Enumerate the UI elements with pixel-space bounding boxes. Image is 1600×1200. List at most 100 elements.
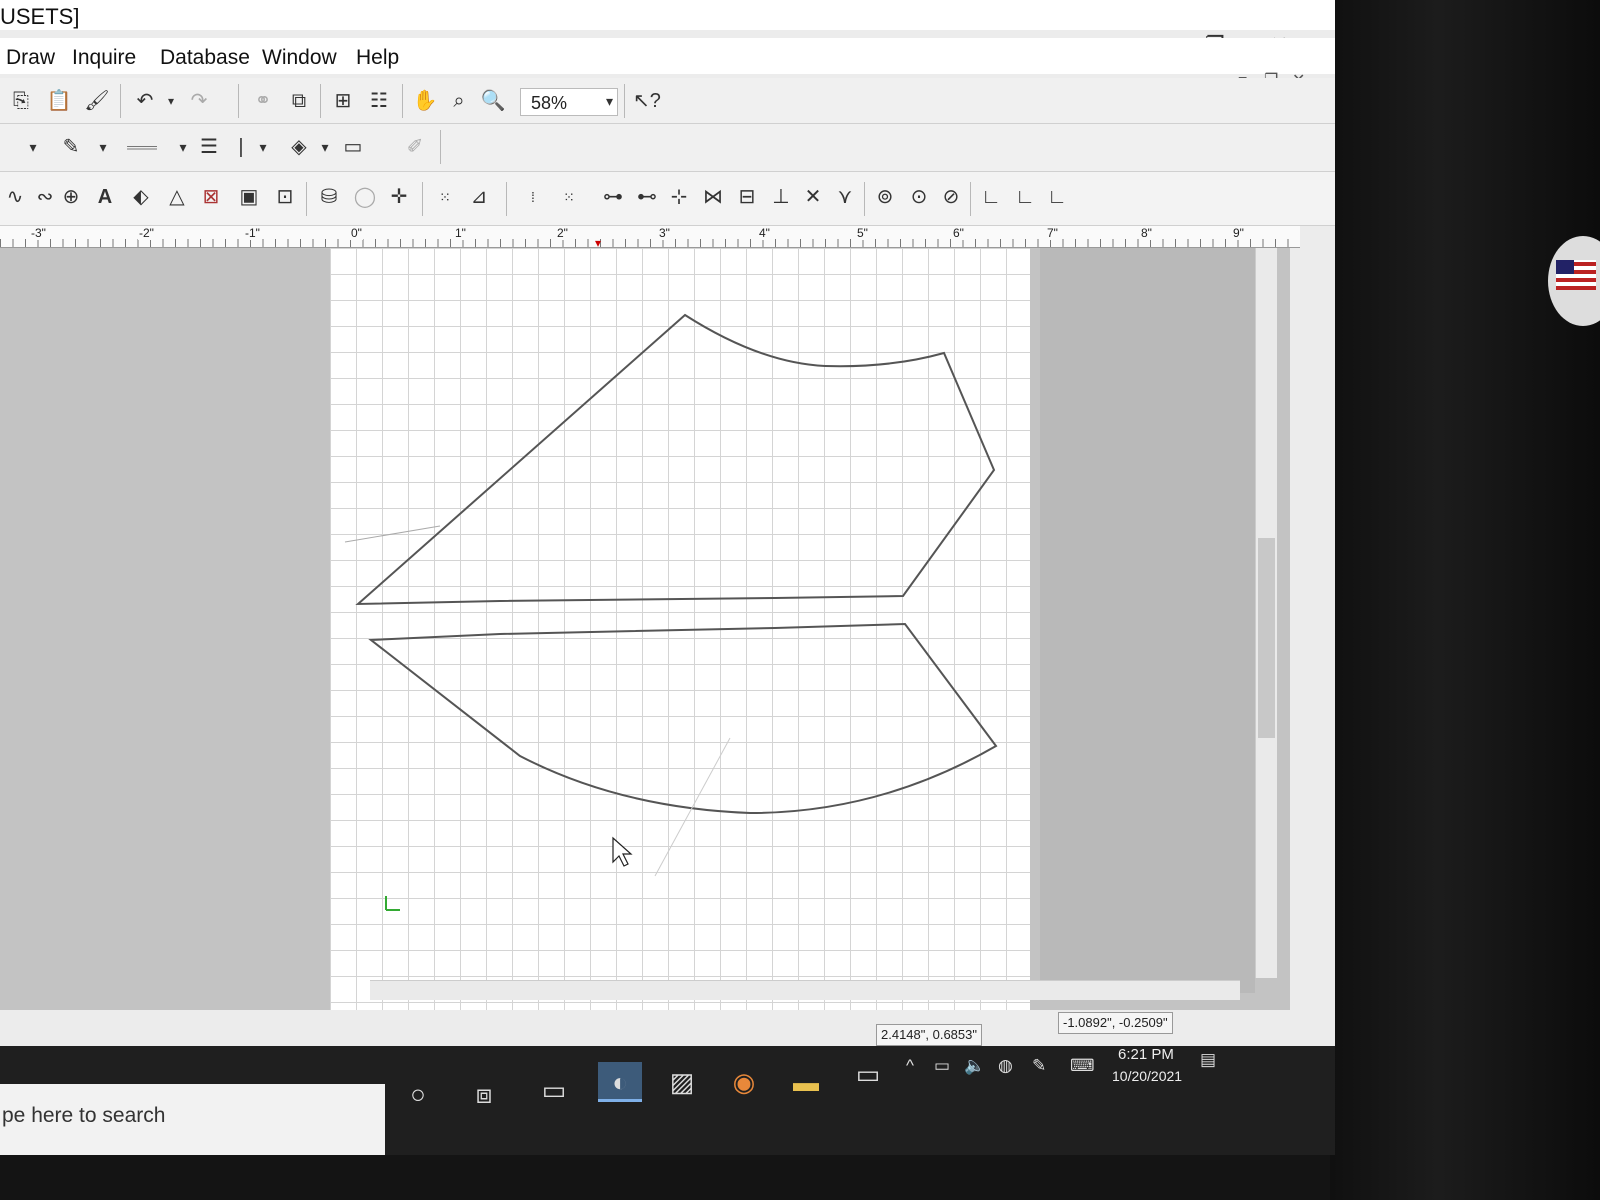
triangle-tool-icon[interactable]: △ xyxy=(162,182,192,212)
battery-icon[interactable]: ▭ xyxy=(934,1056,950,1076)
image-tool-icon[interactable]: ▣ xyxy=(234,182,264,212)
dimension-w-icon[interactable]: ∟ xyxy=(1042,182,1072,212)
ruler-label: 1" xyxy=(454,226,467,240)
drawing-workspace[interactable] xyxy=(0,248,1290,1028)
crosshatch-icon[interactable]: ⊠ xyxy=(196,182,226,212)
chevron-up-icon[interactable]: ^ xyxy=(906,1056,914,1076)
menu-help[interactable]: Help xyxy=(356,46,399,70)
window-title: USETS] xyxy=(0,4,80,29)
rectangle-fill-icon[interactable]: ▭ xyxy=(338,132,368,162)
pattern-drawing xyxy=(344,313,998,911)
zoom-extents-icon[interactable]: ⌕ xyxy=(444,86,474,116)
origin-axis-icon xyxy=(385,896,400,911)
help-pointer-icon[interactable]: ↖? xyxy=(630,86,664,116)
symbol-tool-icon[interactable]: ⊡ xyxy=(270,182,300,212)
task-view-icon[interactable]: ⧈ xyxy=(462,1074,506,1114)
zoom-in-icon[interactable]: 🔍 xyxy=(478,86,508,116)
mouse-cursor-icon xyxy=(612,836,633,867)
guide-line xyxy=(654,737,731,877)
pen-icon[interactable]: ✎ xyxy=(1032,1056,1046,1076)
clock-date[interactable]: 10/20/2021 xyxy=(1112,1068,1182,1084)
snap-s-icon[interactable]: ⁞ xyxy=(518,182,548,212)
format-painter-icon[interactable]: 🖌 xyxy=(82,86,112,116)
chevron-down-icon[interactable]: ▾ xyxy=(18,132,48,162)
snap-tangent-icon[interactable]: ⊙ xyxy=(904,182,934,212)
taskbar-search-input[interactable]: pe here to search xyxy=(0,1084,385,1155)
cad-app-icon[interactable]: ◐ xyxy=(598,1062,642,1102)
dimension-r-icon[interactable]: ∟ xyxy=(1010,182,1040,212)
grid-settings-icon[interactable]: ☷ xyxy=(364,86,394,116)
menu-bar: Draw Inquire Database Window Help xyxy=(0,38,1335,74)
database-icon[interactable]: ⛁ xyxy=(314,182,344,212)
notifications-icon[interactable]: ▤ xyxy=(1200,1050,1216,1070)
snap-angle-icon[interactable]: ⊿ xyxy=(464,182,494,212)
toolbar-separator xyxy=(624,84,625,118)
toolbar-separator xyxy=(864,182,865,216)
copy-icon[interactable]: ⎘ xyxy=(6,86,36,116)
chevron-down-icon[interactable]: ▾ xyxy=(248,132,278,162)
eyedropper-icon[interactable]: ✐ xyxy=(400,132,430,162)
cursor-coordinates: 2.4148", 0.6853" xyxy=(876,1024,982,1046)
windows-taskbar: pe here to search ○ ⧈ ▭ ◐ ▨ ◉ ▬ ▭ ^ ▭ 🔈 … xyxy=(0,1046,1335,1155)
snap-end-icon[interactable]: ⊶ xyxy=(598,182,628,212)
volume-icon[interactable]: 🔈 xyxy=(964,1056,985,1076)
undo-dropdown-icon[interactable]: ▾ xyxy=(156,86,186,116)
menu-inquire[interactable]: Inquire xyxy=(72,46,136,70)
snap-quadrant-icon[interactable]: ⊘ xyxy=(936,182,966,212)
pen-color-icon[interactable]: ✎ xyxy=(56,132,86,162)
snap-join-icon[interactable]: ⊷ xyxy=(632,182,662,212)
guide-line xyxy=(344,525,441,543)
lower-pattern-piece[interactable] xyxy=(368,622,998,815)
toolbar-separator xyxy=(440,130,441,164)
snap-grid-icon[interactable]: ⁙ xyxy=(430,182,460,212)
keyboard-icon[interactable]: ⌨ xyxy=(1070,1056,1095,1076)
snap-2-icon[interactable]: ⋎ xyxy=(830,182,860,212)
browser-app-icon[interactable]: ◉ xyxy=(722,1062,766,1102)
zoom-select[interactable]: 58% ▾ xyxy=(520,88,618,116)
title-bar: USETS] xyxy=(0,0,1335,30)
snap-mid-icon[interactable]: ⊹ xyxy=(664,182,694,212)
snap-g-icon[interactable]: ⁙ xyxy=(554,182,584,212)
snap-center-icon[interactable]: ⊚ xyxy=(870,182,900,212)
snap-near-icon[interactable]: ⋈ xyxy=(698,182,728,212)
grid-icon[interactable]: ⊞ xyxy=(328,86,358,116)
menu-draw[interactable]: Draw xyxy=(6,46,55,70)
redo-icon[interactable]: ↷ xyxy=(184,86,214,116)
lasso-icon[interactable]: ◯ xyxy=(350,182,380,212)
horizontal-ruler: -3" -2" -1" 0" 1" 2" 3" 4" 5" 6" 7" 8" 9… xyxy=(0,226,1300,250)
dimension-a-icon[interactable]: ∟ xyxy=(976,182,1006,212)
ruler-label: 9" xyxy=(1232,226,1245,240)
cortana-icon[interactable]: ○ xyxy=(396,1074,440,1114)
chevron-down-icon[interactable]: ▾ xyxy=(310,132,340,162)
paste-icon[interactable]: 📋 xyxy=(44,86,74,116)
snap-perp-icon[interactable]: ⊥ xyxy=(766,182,796,212)
menu-database[interactable]: Database xyxy=(160,46,250,70)
search-placeholder: pe here to search xyxy=(2,1104,166,1127)
file-explorer-icon[interactable]: ▬ xyxy=(784,1062,828,1102)
curve-tool-icon[interactable]: ∿ xyxy=(0,182,30,212)
ruler-label: -1" xyxy=(244,226,261,240)
line-weight-icon[interactable]: ☰ xyxy=(194,132,224,162)
toolbar-separator xyxy=(506,182,507,216)
line-style-icon[interactable]: ═══ xyxy=(112,132,172,162)
snap-between-icon[interactable]: ⊟ xyxy=(732,182,762,212)
ruler-label: 2" xyxy=(556,226,569,240)
photos-app-icon[interactable]: ▨ xyxy=(660,1062,704,1102)
menu-window[interactable]: Window xyxy=(262,46,337,70)
network-icon[interactable]: ◍ xyxy=(998,1056,1013,1076)
snap-intersect-icon[interactable]: ✕ xyxy=(798,182,828,212)
remote-desktop-icon[interactable]: ▭ xyxy=(846,1054,890,1094)
clock-time[interactable]: 6:21 PM xyxy=(1118,1046,1174,1063)
toolbar-separator xyxy=(970,182,971,216)
network-app-icon[interactable]: ▭ xyxy=(532,1070,576,1110)
upper-pattern-piece[interactable] xyxy=(355,313,996,606)
layers-icon[interactable]: ⧉ xyxy=(284,86,314,116)
toolbar-separator xyxy=(306,182,307,216)
zoom-value: 58% xyxy=(531,93,568,113)
pan-icon[interactable]: ✋ xyxy=(410,86,440,116)
move-tool-icon[interactable]: ✛ xyxy=(384,182,414,212)
point-tool-icon[interactable]: ⊕ xyxy=(56,182,86,212)
hatch-tool-icon[interactable]: ⬖ xyxy=(126,182,156,212)
link-icon[interactable]: ⚭ xyxy=(248,86,278,116)
text-tool-icon[interactable]: A xyxy=(90,182,120,212)
